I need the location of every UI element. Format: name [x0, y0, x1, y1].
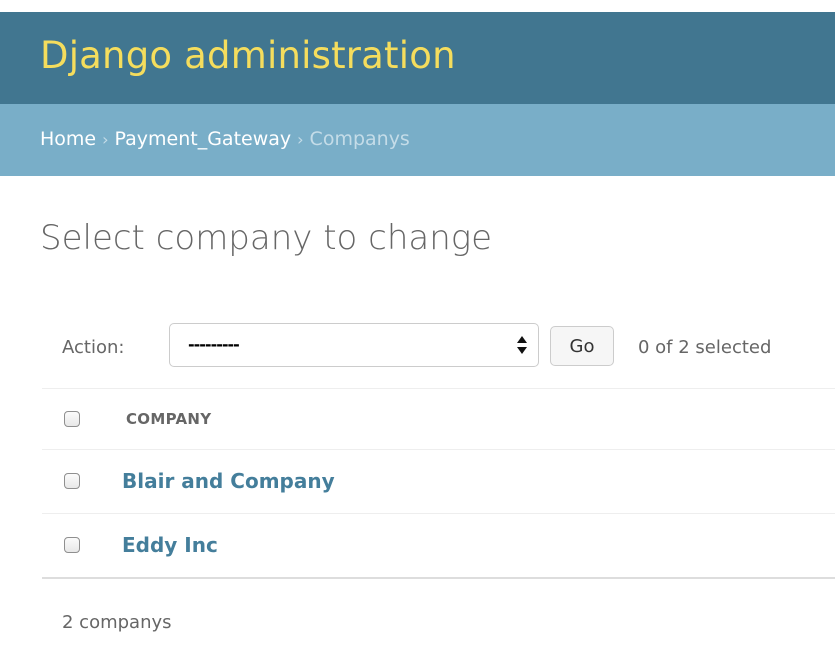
page-title: Select company to change [40, 218, 493, 258]
select-all-checkbox[interactable] [64, 411, 80, 427]
site-brand[interactable]: Django administration [40, 34, 456, 77]
select-arrows-icon [517, 336, 527, 354]
go-button[interactable]: Go [550, 326, 614, 366]
company-link[interactable]: Blair and Company [122, 469, 335, 493]
actions-bar: Action: --------- Go 0 of 2 selected [42, 304, 835, 388]
table-row: Blair and Company [42, 450, 835, 514]
breadcrumb-trail: Home › Payment_Gateway › Companys [40, 128, 410, 150]
paginator-count: 2 companys [62, 612, 172, 633]
selected-count: 0 of 2 selected [638, 337, 772, 358]
results-table: COMPANY Blair and Company Eddy Inc [42, 388, 835, 579]
table-row: Eddy Inc [42, 514, 835, 579]
site-header: Django administration [0, 12, 835, 104]
breadcrumb-separator: › [102, 130, 109, 149]
row-checkbox[interactable] [64, 537, 80, 553]
breadcrumb-home-link[interactable]: Home [40, 128, 96, 150]
action-select-value: --------- [188, 335, 240, 354]
breadcrumb-app-link[interactable]: Payment_Gateway [115, 128, 292, 150]
column-header-company[interactable]: COMPANY [126, 410, 211, 428]
breadcrumb: Home › Payment_Gateway › Companys [0, 104, 835, 176]
row-checkbox[interactable] [64, 473, 80, 489]
breadcrumb-current: Companys [309, 128, 410, 150]
action-select[interactable]: --------- [169, 323, 539, 367]
action-label: Action: [62, 337, 125, 358]
breadcrumb-separator: › [297, 130, 304, 149]
table-header-row: COMPANY [42, 389, 835, 450]
company-link[interactable]: Eddy Inc [122, 533, 218, 557]
